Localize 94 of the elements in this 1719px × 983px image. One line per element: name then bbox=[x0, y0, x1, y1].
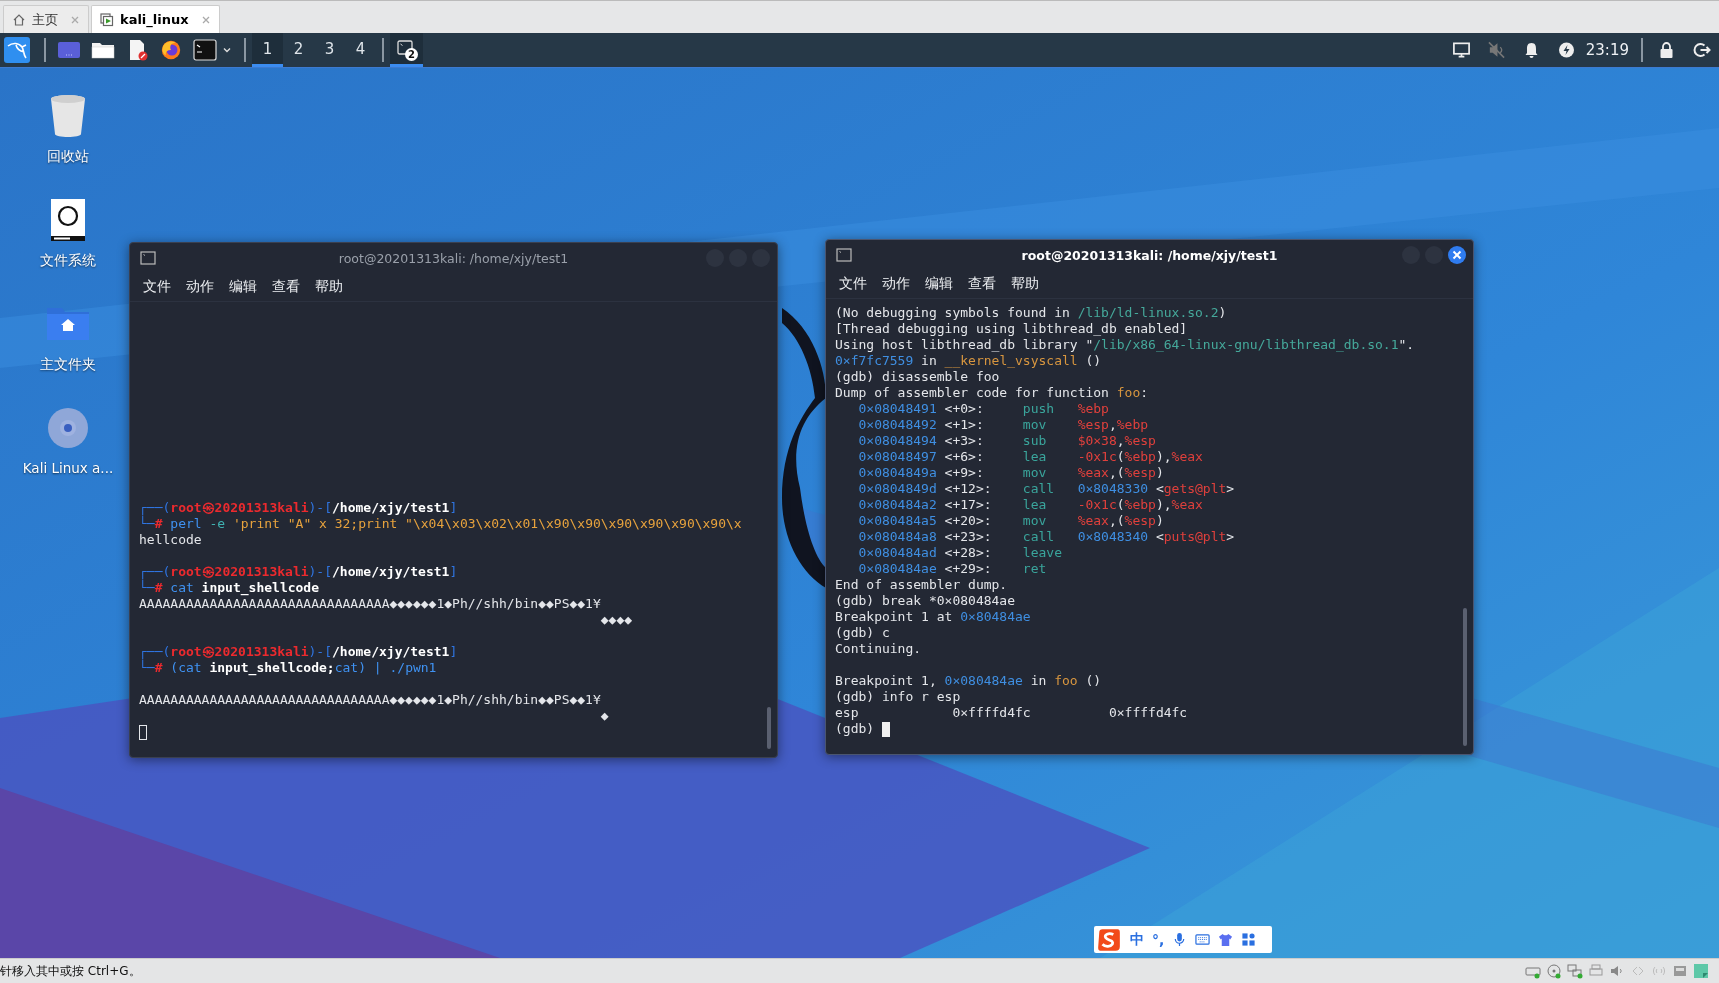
terminal-line: ┌──(root㉿20201313kali)-[/home/xjy/test1] bbox=[139, 644, 458, 660]
desktop-icon-label[interactable]: 主文件夹 bbox=[40, 356, 96, 374]
desktop-icon-label[interactable]: 回收站 bbox=[47, 148, 89, 166]
menu-item[interactable]: 动作 bbox=[882, 275, 910, 293]
terminal-line: Dump of assembler code for function foo: bbox=[835, 385, 1149, 401]
terminal-line: 0×f7fc7559 in __kernel_vsyscall () bbox=[835, 353, 1102, 369]
menu-item[interactable]: 帮助 bbox=[1011, 275, 1039, 293]
terminal-line: (gdb) disassemble foo bbox=[835, 369, 1000, 385]
printer-icon[interactable] bbox=[1588, 963, 1604, 979]
desktop-icon-label[interactable]: 文件系统 bbox=[40, 252, 96, 270]
close-icon[interactable] bbox=[70, 14, 80, 25]
workspace-button[interactable]: 2 bbox=[283, 33, 314, 67]
workspace-button[interactable]: 3 bbox=[314, 33, 345, 67]
terminal-line: Continuing. bbox=[835, 641, 922, 657]
menu-item[interactable]: 动作 bbox=[186, 278, 214, 296]
terminal-line: ┌──(root㉿20201313kali)-[/home/xjy/test1] bbox=[139, 500, 458, 516]
terminal-line: (No debugging symbols found in /lib/ld-linux.so.2) bbox=[835, 305, 1227, 321]
terminal-line: 0×08048494 <+3>: sub $0×38,%esp bbox=[857, 433, 1156, 449]
workspace-button[interactable]: 4 bbox=[345, 33, 376, 67]
terminal-icon[interactable] bbox=[193, 39, 217, 61]
terminal-line: (gdb) break *0×080484ae bbox=[835, 593, 1015, 609]
terminal-icon bbox=[140, 251, 156, 265]
menu-item[interactable]: 文件 bbox=[143, 278, 171, 296]
terminal-line: AAAAAAAAAAAAAAAAAAAAAAAAAAAAAAAA◆◆◆◆◆◆1◆Ph//shh/bin◆◆PS◆◆1¥ bbox=[139, 596, 601, 612]
keyboard-icon[interactable] bbox=[1195, 932, 1211, 947]
terminal-icon bbox=[836, 248, 852, 262]
desktop-icon[interactable] bbox=[57, 39, 81, 61]
workspace-button[interactable]: 1 bbox=[252, 33, 283, 67]
input-mode-toggle[interactable]: 中 bbox=[1130, 930, 1144, 949]
speaker-icon[interactable] bbox=[1609, 963, 1625, 979]
status-hint: 针移入其中或按 Ctrl+G。 bbox=[0, 962, 141, 980]
clock[interactable]: 23:19 bbox=[1585, 41, 1629, 59]
terminal-line: ◆ bbox=[599, 708, 609, 724]
terminal-line: ◆◆◆◆ bbox=[599, 612, 633, 628]
menu-item[interactable]: 编辑 bbox=[229, 278, 257, 296]
drive-icon[interactable] bbox=[1672, 963, 1688, 979]
menu-item[interactable]: 文件 bbox=[839, 275, 867, 293]
vm-tab[interactable]: kali_linux bbox=[91, 5, 220, 33]
desktop-icon-label[interactable]: Kali Linux a... bbox=[22, 460, 114, 476]
menu-item[interactable]: 帮助 bbox=[315, 278, 343, 296]
terminal-line: [Thread debugging using libthread_db enabled] bbox=[835, 321, 1188, 337]
terminal-line: 0×0804849d <+12>: call 0×8048330 <gets@plt> bbox=[857, 481, 1235, 497]
terminal-line: Using host libthread_db library "/lib/x86_64-linux-gnu/libthread_db.so.1". bbox=[835, 337, 1415, 353]
terminal-line: 0×080484ad <+28>: leave bbox=[857, 545, 1062, 561]
terminal-line: 0×080484a5 <+20>: mov %eax,(%esp) bbox=[857, 513, 1164, 529]
terminal-line: End of assembler dump. bbox=[835, 577, 1008, 593]
terminal-line: Breakpoint 1, 0×080484ae in foo () bbox=[835, 673, 1102, 689]
disc-icon[interactable] bbox=[1546, 963, 1562, 979]
window-count-badge: 2 bbox=[405, 48, 418, 61]
shirt-icon[interactable] bbox=[1218, 932, 1234, 947]
terminal-line: └─# cat input_shellcode bbox=[139, 580, 320, 596]
window-title: root@20201313kali: /home/xjy/test1 bbox=[1021, 247, 1278, 263]
terminal-line: 0×0804849a <+9>: mov %eax,(%esp) bbox=[857, 465, 1164, 481]
scrollbar-thumb[interactable] bbox=[767, 707, 771, 749]
browser-icon[interactable] bbox=[159, 39, 183, 61]
terminal-line: └─# perl -e 'print "A" x 32;print "\x04\x03\x02\x01\x90\x90\x90\x90\x90\x90\x bbox=[139, 516, 742, 532]
terminal-task-button[interactable]: 2 bbox=[390, 33, 423, 67]
scrollbar-thumb[interactable] bbox=[1463, 608, 1467, 746]
terminal-line: 0×08048491 <+0>: push %ebp bbox=[857, 401, 1109, 417]
close-button[interactable] bbox=[1447, 245, 1467, 265]
terminal-line: (gdb) info r esp bbox=[835, 689, 961, 705]
terminal-line: Breakpoint 1 at 0×80484ae bbox=[835, 609, 1031, 625]
caret-icon[interactable] bbox=[222, 45, 232, 55]
menu-item[interactable]: 查看 bbox=[968, 275, 996, 293]
muted-speaker-icon[interactable] bbox=[1486, 41, 1506, 59]
home-icon bbox=[12, 12, 26, 27]
terminal-line: esp 0×ffffd4fc 0×ffffd4fc bbox=[835, 705, 1188, 721]
terminal-line: 0×080484a8 <+23>: call 0×8048340 <puts@plt> bbox=[857, 529, 1235, 545]
terminal-line: hellcode bbox=[139, 532, 202, 548]
terminal-line: AAAAAAAAAAAAAAAAAAAAAAAAAAAAAAAA◆◆◆◆◆◆1◆Ph//shh/bin◆◆PS◆◆1¥ bbox=[139, 692, 601, 708]
text-cursor bbox=[881, 721, 890, 737]
terminal-line: ┌──(root㉿20201313kali)-[/home/xjy/test1] bbox=[139, 564, 458, 580]
terminal-line: (gdb) bbox=[835, 721, 876, 737]
grid-icon[interactable] bbox=[1241, 932, 1257, 947]
text-cursor bbox=[139, 724, 147, 740]
vm-icon bbox=[100, 12, 114, 27]
lightning-icon[interactable] bbox=[1556, 41, 1576, 59]
logout-icon[interactable] bbox=[1692, 41, 1711, 59]
note-icon[interactable] bbox=[1693, 963, 1709, 979]
vm-tab[interactable]: 主页 bbox=[3, 5, 89, 33]
disc-icon[interactable] bbox=[46, 406, 90, 450]
dragon-logo-icon[interactable] bbox=[4, 37, 30, 63]
s-logo-icon[interactable] bbox=[1096, 926, 1122, 953]
window-title: root@20201313kali: /home/xjy/test1 bbox=[338, 250, 569, 266]
terminal-line: 0×08048497 <+6>: lea -0x1c(%ebp),%eax bbox=[857, 449, 1203, 465]
terminal-line: └─# (cat input_shellcode;cat) | ./pwn1 bbox=[139, 660, 437, 676]
terminal-line: 0×08048492 <+1>: mov %esp,%ebp bbox=[857, 417, 1149, 433]
menu-item[interactable]: 查看 bbox=[272, 278, 300, 296]
terminal-line: 0×080484a2 <+17>: lea -0x1c(%ebp),%eax bbox=[857, 497, 1203, 513]
menu-item[interactable]: 编辑 bbox=[925, 275, 953, 293]
close-icon[interactable] bbox=[200, 14, 211, 25]
terminal-line: (gdb) c bbox=[835, 625, 890, 641]
punctuation-toggle[interactable]: °, bbox=[1152, 931, 1165, 948]
terminal-line: 0×080484ae <+29>: ret bbox=[857, 561, 1047, 577]
